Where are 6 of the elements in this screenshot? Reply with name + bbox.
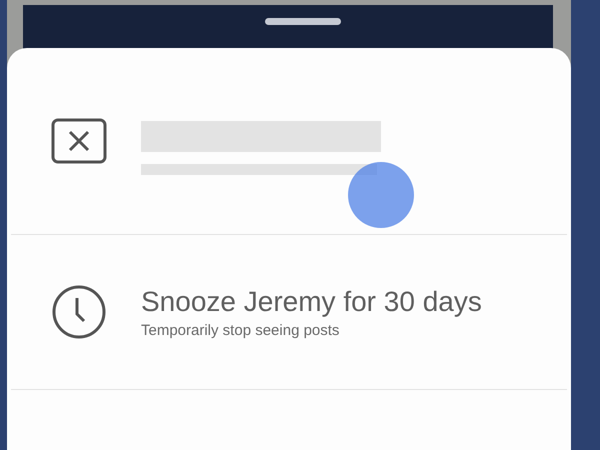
clock-icon	[51, 284, 107, 340]
option-title: Snooze Jeremy for 30 days	[141, 286, 482, 318]
close-box-icon	[51, 118, 107, 164]
drag-handle[interactable]	[265, 18, 341, 24]
menu-option[interactable]: Snooze Jeremy for 30 days Temporarily stop seeing posts	[11, 235, 567, 390]
option-subtitle: Temporarily stop seeing posts	[141, 322, 340, 338]
